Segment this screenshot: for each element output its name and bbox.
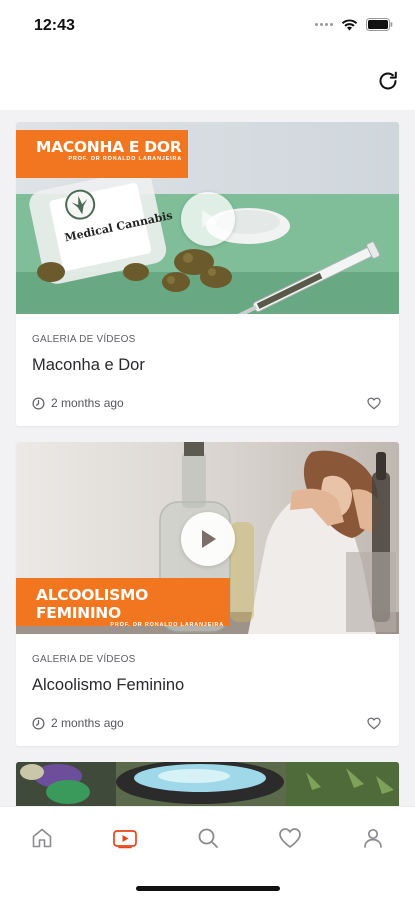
user-icon: [364, 828, 382, 848]
video-feed[interactable]: Medical Cannabis MACONHA E DOR PROF. DR …: [0, 110, 415, 806]
card-body: GALERIA DE VÍDEOS Maconha e Dor 2 months…: [16, 314, 399, 426]
time-ago: 2 months ago: [51, 716, 124, 730]
banner-subtitle: PROF. DR RONALDO LARANJEIRA: [110, 622, 224, 628]
home-indicator: [136, 886, 280, 891]
cellular-signal-icon: [315, 23, 333, 26]
card-body: GALERIA DE VÍDEOS Alcoolismo Feminino 2 …: [16, 634, 399, 746]
time-ago: 2 months ago: [51, 396, 124, 410]
banner-title: MACONHA E DOR: [36, 138, 182, 156]
card-category: GALERIA DE VÍDEOS: [32, 654, 136, 665]
clock-icon: [32, 716, 45, 730]
video-card[interactable]: [16, 762, 399, 806]
battery-icon: [366, 18, 393, 31]
app-header: [0, 52, 415, 110]
banner-subtitle: PROF. DR RONALDO LARANJEIRA: [68, 156, 182, 162]
video-banner: ALCOOLISMO FEMININO PROF. DR RONALDO LAR…: [16, 578, 230, 628]
tab-profile[interactable]: [358, 823, 388, 853]
card-meta: 2 months ago: [32, 716, 124, 730]
banner-title: ALCOOLISMO FEMININO: [36, 586, 149, 622]
heart-icon: [367, 717, 381, 729]
card-title[interactable]: Alcoolismo Feminino: [32, 676, 184, 695]
thumbnail-image: [16, 762, 399, 806]
play-icon: [202, 530, 216, 548]
video-icon: [113, 830, 137, 849]
card-category: GALERIA DE VÍDEOS: [32, 334, 136, 345]
video-card[interactable]: ALCOOLISMO FEMININO PROF. DR RONALDO LAR…: [16, 442, 399, 746]
search-icon: [198, 828, 218, 848]
tab-favorites[interactable]: [275, 823, 305, 853]
tab-bar: [0, 806, 415, 900]
heart-icon: [367, 397, 381, 409]
video-banner: MACONHA E DOR PROF. DR RONALDO LARANJEIR…: [16, 130, 188, 178]
video-card[interactable]: Medical Cannabis MACONHA E DOR PROF. DR …: [16, 122, 399, 426]
tab-home[interactable]: [27, 823, 57, 853]
favorite-button[interactable]: [365, 714, 383, 732]
wifi-icon: [341, 18, 358, 30]
play-button[interactable]: [181, 512, 235, 566]
home-icon: [32, 828, 52, 848]
video-thumbnail[interactable]: Medical Cannabis MACONHA E DOR PROF. DR …: [16, 122, 399, 314]
heart-icon: [279, 828, 301, 848]
tab-search[interactable]: [193, 823, 223, 853]
tab-videos[interactable]: [110, 823, 140, 853]
status-bar: 12:43: [0, 0, 415, 52]
card-meta: 2 months ago: [32, 396, 124, 410]
refresh-button[interactable]: [375, 68, 401, 94]
video-thumbnail[interactable]: ALCOOLISMO FEMININO PROF. DR RONALDO LAR…: [16, 442, 399, 634]
favorite-button[interactable]: [365, 394, 383, 412]
play-button[interactable]: [181, 192, 235, 246]
status-time: 12:43: [34, 17, 75, 34]
play-icon: [202, 210, 216, 228]
clock-icon: [32, 396, 45, 410]
status-icons: [315, 18, 393, 31]
card-title[interactable]: Maconha e Dor: [32, 356, 145, 375]
refresh-icon: [379, 71, 397, 90]
